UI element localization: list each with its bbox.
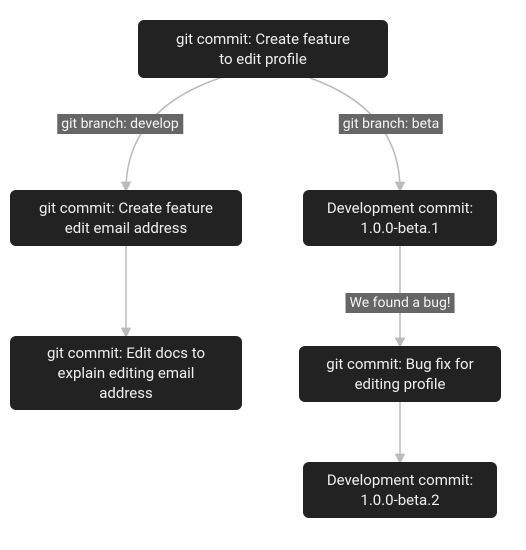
- node-text: edit email address: [65, 218, 187, 238]
- node-text: git commit: Bug fix for: [326, 354, 473, 374]
- node-text: explain editing email: [58, 363, 195, 383]
- edge-label-branch-develop: git branch: develop: [57, 114, 183, 134]
- node-root-commit: git commit: Create feature to edit profi…: [138, 20, 388, 78]
- node-beta-commit-1: Development commit: 1.0.0-beta.1: [303, 190, 497, 246]
- node-text: git commit: Create feature: [39, 198, 213, 218]
- node-text: editing profile: [355, 374, 446, 394]
- node-text: 1.0.0-beta.2: [360, 490, 439, 510]
- node-text: 1.0.0-beta.1: [360, 218, 439, 238]
- node-text: to edit profile: [219, 49, 307, 69]
- edge-label-text: git branch: develop: [61, 116, 179, 132]
- node-text: Development commit:: [327, 198, 473, 218]
- node-text: git commit: Edit docs to: [47, 343, 205, 363]
- node-text: git commit: Create feature: [176, 29, 350, 49]
- node-develop-commit-2: git commit: Edit docs to explain editing…: [10, 336, 242, 410]
- node-text: Development commit:: [327, 470, 473, 490]
- edge-label-branch-beta: git branch: beta: [339, 114, 443, 134]
- node-beta-commit-2: git commit: Bug fix for editing profile: [299, 346, 501, 402]
- edge-label-text: We found a bug!: [350, 295, 451, 311]
- edge-label-text: git branch: beta: [343, 116, 439, 132]
- node-develop-commit-1: git commit: Create feature edit email ad…: [10, 190, 242, 246]
- node-beta-commit-3: Development commit: 1.0.0-beta.2: [303, 462, 497, 518]
- node-text: address: [99, 383, 152, 403]
- edge-label-bug: We found a bug!: [346, 293, 455, 313]
